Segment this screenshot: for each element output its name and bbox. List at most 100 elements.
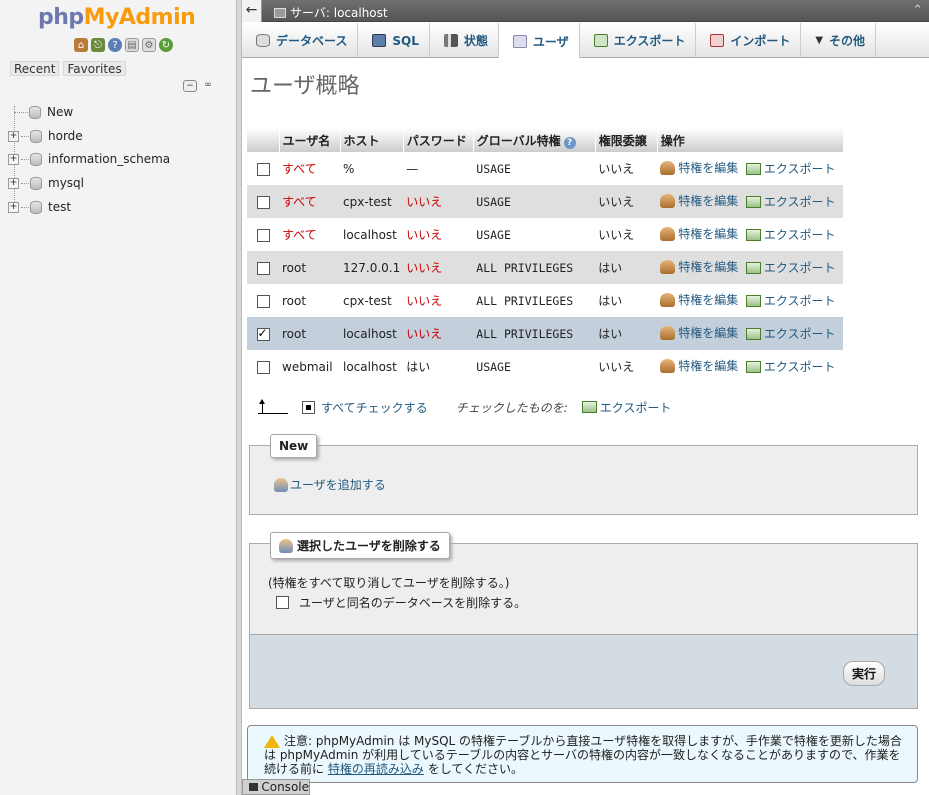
table-row[interactable]: root cpx-test いいえ ALL PRIVILEGES はい 特権を編集 エクス…: [247, 284, 844, 317]
edit-privileges-label: 特権を編集: [678, 227, 739, 242]
privileges-cell: ALL PRIVILEGES: [473, 317, 596, 350]
table-row[interactable]: すべて localhost いいえ USAGE いいえ 特権を編集 エクスポート: [247, 218, 844, 251]
settings-icon[interactable]: ⚙: [142, 38, 156, 52]
delete-users-legend: 選択したユーザを削除する: [270, 532, 450, 559]
navigation-panel: phpMyAdmin ⌂ ⎋ ? ▤ ⚙ ↻ Recent Favorites …: [0, 0, 236, 795]
edit-privileges-link[interactable]: 特権を編集: [660, 225, 738, 242]
add-user-link[interactable]: ユーザを追加する: [274, 476, 386, 493]
check-all-checkbox[interactable]: [302, 400, 315, 414]
reload-icon[interactable]: ↻: [159, 38, 173, 52]
table-row[interactable]: すべて cpx-test いいえ USAGE いいえ 特権を編集 エクスポート: [247, 185, 844, 218]
export-user-link[interactable]: エクスポート: [745, 292, 836, 309]
export-user-link[interactable]: エクスポート: [745, 358, 836, 375]
expand-icon[interactable]: +: [8, 177, 19, 189]
expand-icon[interactable]: +: [8, 201, 19, 213]
header-grant[interactable]: 権限委譲: [595, 128, 658, 152]
new-database-icon: [29, 105, 41, 119]
expand-icon[interactable]: +: [8, 153, 19, 165]
recent-button[interactable]: Recent: [10, 61, 60, 76]
grant-cell: いいえ: [595, 185, 658, 218]
host-cell: localhost: [340, 350, 404, 383]
docs-icon[interactable]: ▤: [125, 38, 139, 52]
with-selected-label: チェックしたものを:: [455, 400, 568, 415]
row-checkbox[interactable]: [256, 294, 270, 308]
table-row[interactable]: root 127.0.0.1 いいえ ALL PRIVILEGES はい 特権を編集 エク…: [247, 251, 844, 284]
tree-item-mysql[interactable]: + mysql: [8, 173, 84, 193]
export-user-link[interactable]: エクスポート: [745, 226, 836, 243]
export-user-link[interactable]: エクスポート: [745, 193, 836, 210]
server-breadcrumb[interactable]: サーバ: localhost: [274, 4, 388, 21]
edit-privileges-link[interactable]: 特権を編集: [660, 159, 738, 176]
privileges-notice: 注意: phpMyAdmin は MySQL の特権テーブルから直接ユーザ特権を…: [247, 725, 918, 783]
export-icon: [593, 34, 608, 47]
edit-privileges-link[interactable]: 特権を編集: [660, 192, 738, 209]
logout-icon[interactable]: ⎋: [91, 38, 105, 52]
export-user-link[interactable]: エクスポート: [745, 325, 836, 342]
favorites-button[interactable]: Favorites: [63, 61, 126, 76]
tree-item-horde[interactable]: + horde: [8, 126, 83, 146]
header-username[interactable]: ユーザ名: [279, 128, 341, 152]
export-selected-button[interactable]: エクスポート: [581, 399, 671, 416]
export-user-link[interactable]: エクスポート: [745, 160, 836, 177]
nav-icon-bar: ⌂ ⎋ ? ▤ ⚙ ↻: [74, 38, 173, 52]
link-with-main-icon[interactable]: ∞: [201, 80, 215, 92]
drop-same-name-db-option[interactable]: ユーザと同名のデータベースを削除する。: [276, 594, 526, 611]
table-row[interactable]: webmail localhost はい USAGE いいえ 特権を編集 エクスポート: [247, 350, 844, 383]
reload-privileges-link[interactable]: 特権の再読み込み: [328, 762, 424, 776]
back-arrow-icon[interactable]: ←: [242, 0, 262, 22]
collapse-all-icon[interactable]: −: [183, 80, 197, 92]
row-checkbox[interactable]: [256, 162, 270, 176]
row-checkbox[interactable]: [256, 228, 270, 242]
row-checkbox[interactable]: [256, 326, 270, 341]
tab-label: インポート: [730, 34, 791, 48]
console-toggle[interactable]: Console: [242, 779, 310, 795]
header-password[interactable]: パスワード: [403, 128, 474, 152]
row-checkbox[interactable]: [256, 195, 270, 209]
database-icon: [256, 34, 270, 47]
export-icon: [745, 228, 761, 241]
table-row[interactable]: すべて% — USAGE いいえ 特権を編集 エクスポート: [247, 152, 844, 185]
tab-import[interactable]: インポート: [696, 23, 802, 58]
check-all-link[interactable]: すべてチェックする: [321, 399, 428, 416]
grant-cell: はい: [595, 317, 658, 350]
check-all-bar: すべてチェックする チェックしたものを: エクスポート: [258, 398, 671, 416]
tree-item-label: New: [47, 105, 74, 119]
row-checkbox[interactable]: [256, 261, 270, 275]
chevron-down-icon: ▼: [815, 35, 824, 46]
actions-cell: 特権を編集 エクスポート: [657, 152, 844, 185]
export-user-link[interactable]: エクスポート: [745, 259, 836, 276]
tab-databases[interactable]: データベース: [242, 23, 359, 58]
edit-privileges-link[interactable]: 特権を編集: [660, 291, 738, 308]
go-button[interactable]: 実行: [842, 661, 885, 686]
tree-item-new[interactable]: New: [8, 102, 73, 122]
phpmyadmin-logo[interactable]: phpMyAdmin: [38, 5, 196, 30]
help-icon[interactable]: ?: [108, 38, 122, 52]
header-host[interactable]: ホスト: [340, 128, 404, 152]
edit-privileges-link[interactable]: 特権を編集: [660, 357, 738, 374]
drop-db-checkbox[interactable]: [276, 596, 289, 609]
tree-branch-line: [21, 182, 29, 184]
edit-privileges-link[interactable]: 特権を編集: [660, 258, 738, 275]
expand-icon[interactable]: +: [8, 130, 19, 142]
tree-item-test[interactable]: + test: [8, 197, 71, 217]
tab-export[interactable]: エクスポート: [580, 23, 697, 58]
table-row[interactable]: rootlocalhostいいえALL PRIVILEGESはい特権を編集 エク…: [247, 317, 844, 350]
help-icon[interactable]: ?: [563, 136, 576, 149]
tab-sql[interactable]: SQL: [358, 23, 430, 58]
row-checkbox[interactable]: [256, 360, 270, 374]
collapse-topbar-icon[interactable]: ⌃: [912, 3, 923, 18]
user-cell: root: [279, 251, 340, 284]
export-icon: [745, 162, 761, 175]
home-icon[interactable]: ⌂: [74, 38, 88, 52]
tab-more[interactable]: ▼ その他: [801, 23, 877, 58]
edit-privileges-label: 特権を編集: [678, 359, 739, 374]
grant-cell: はい: [595, 284, 658, 317]
header-global-privileges: グローバル特権?: [473, 128, 596, 152]
tree-item-label: information_schema: [48, 152, 171, 166]
row-checkbox-cell: [247, 218, 279, 251]
edit-privileges-link[interactable]: 特権を編集: [660, 324, 738, 341]
tab-users[interactable]: ユーザ: [498, 23, 580, 59]
tree-item-information-schema[interactable]: + information_schema: [8, 149, 170, 169]
tab-status[interactable]: 状態: [430, 23, 499, 58]
privileges-cell: USAGE: [473, 185, 596, 218]
